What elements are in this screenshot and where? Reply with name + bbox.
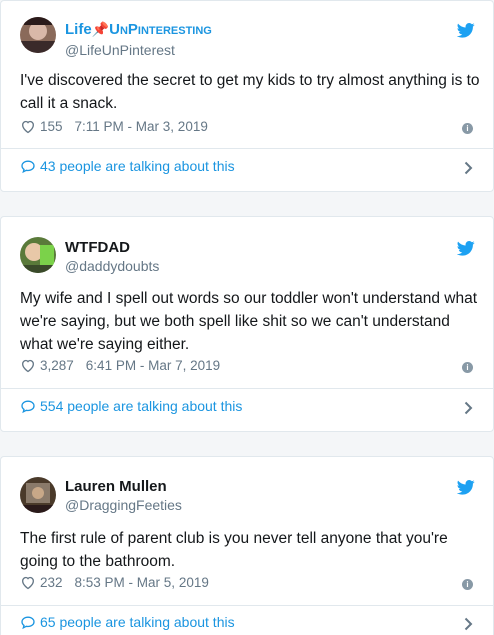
heart-icon[interactable] (20, 358, 36, 373)
tweet-text: I've discovered the secret to get my kid… (20, 72, 480, 112)
tweet-text: My wife and I spell out words so our tod… (20, 290, 478, 353)
twitter-bird-icon[interactable] (457, 241, 475, 256)
display-name[interactable]: WTFDAD (65, 239, 130, 256)
avatar[interactable] (20, 477, 56, 513)
info-icon[interactable]: i (462, 579, 473, 590)
handle[interactable]: @DraggingFeeties (65, 497, 182, 513)
conversation-link[interactable]: 65 people are talking about this (20, 614, 235, 630)
conversation-count: 65 people are talking about this (40, 614, 235, 630)
tweet-meta: 232 8:53 PM - Mar 5, 2019 (20, 575, 209, 590)
tweet-card: Lauren Mullen @DraggingFeeties The first… (0, 456, 494, 635)
speech-bubble-icon (20, 159, 36, 174)
divider (1, 605, 493, 606)
timestamp[interactable]: 8:53 PM - Mar 5, 2019 (75, 575, 209, 590)
like-count[interactable]: 155 (40, 119, 63, 134)
conversation-count: 43 people are talking about this (40, 158, 235, 174)
handle[interactable]: @LifeUnPinterest (65, 42, 175, 58)
pushpin-icon: 📌 (91, 21, 110, 37)
display-name[interactable]: Life📌UnPinteresting (65, 21, 212, 38)
info-icon[interactable]: i (462, 362, 473, 373)
divider (1, 388, 493, 389)
tweet-meta: 3,287 6:41 PM - Mar 7, 2019 (20, 358, 220, 373)
info-icon[interactable]: i (462, 123, 473, 134)
display-name-prefix: Life (65, 21, 92, 38)
heart-icon[interactable] (20, 119, 36, 134)
speech-bubble-icon (20, 615, 36, 630)
avatar[interactable] (20, 17, 56, 53)
tweet-card: WTFDAD @daddydoubts My wife and I spell … (0, 216, 494, 432)
twitter-bird-icon[interactable] (457, 23, 475, 38)
tweet-text: The first rule of parent club is you nev… (20, 530, 448, 570)
divider (1, 148, 493, 149)
like-count[interactable]: 3,287 (40, 358, 74, 373)
speech-bubble-icon (20, 399, 36, 414)
conversation-count: 554 people are talking about this (40, 398, 243, 414)
display-name-suffix: UnPinteresting (109, 21, 212, 38)
conversation-link[interactable]: 554 people are talking about this (20, 398, 242, 414)
display-name[interactable]: Lauren Mullen (65, 478, 167, 495)
tweet-card: Life📌UnPinteresting @LifeUnPinterest I'v… (0, 0, 494, 192)
timestamp[interactable]: 7:11 PM - Mar 3, 2019 (75, 119, 208, 134)
timestamp[interactable]: 6:41 PM - Mar 7, 2019 (86, 358, 220, 373)
tweet-meta: 155 7:11 PM - Mar 3, 2019 (20, 119, 208, 134)
chevron-right-icon[interactable] (464, 401, 473, 415)
conversation-link[interactable]: 43 people are talking about this (20, 158, 235, 174)
avatar[interactable] (20, 237, 56, 273)
chevron-right-icon[interactable] (464, 161, 473, 175)
like-count[interactable]: 232 (40, 575, 63, 590)
heart-icon[interactable] (20, 575, 36, 590)
twitter-bird-icon[interactable] (457, 480, 475, 495)
chevron-right-icon[interactable] (464, 617, 473, 631)
handle[interactable]: @daddydoubts (65, 258, 159, 274)
